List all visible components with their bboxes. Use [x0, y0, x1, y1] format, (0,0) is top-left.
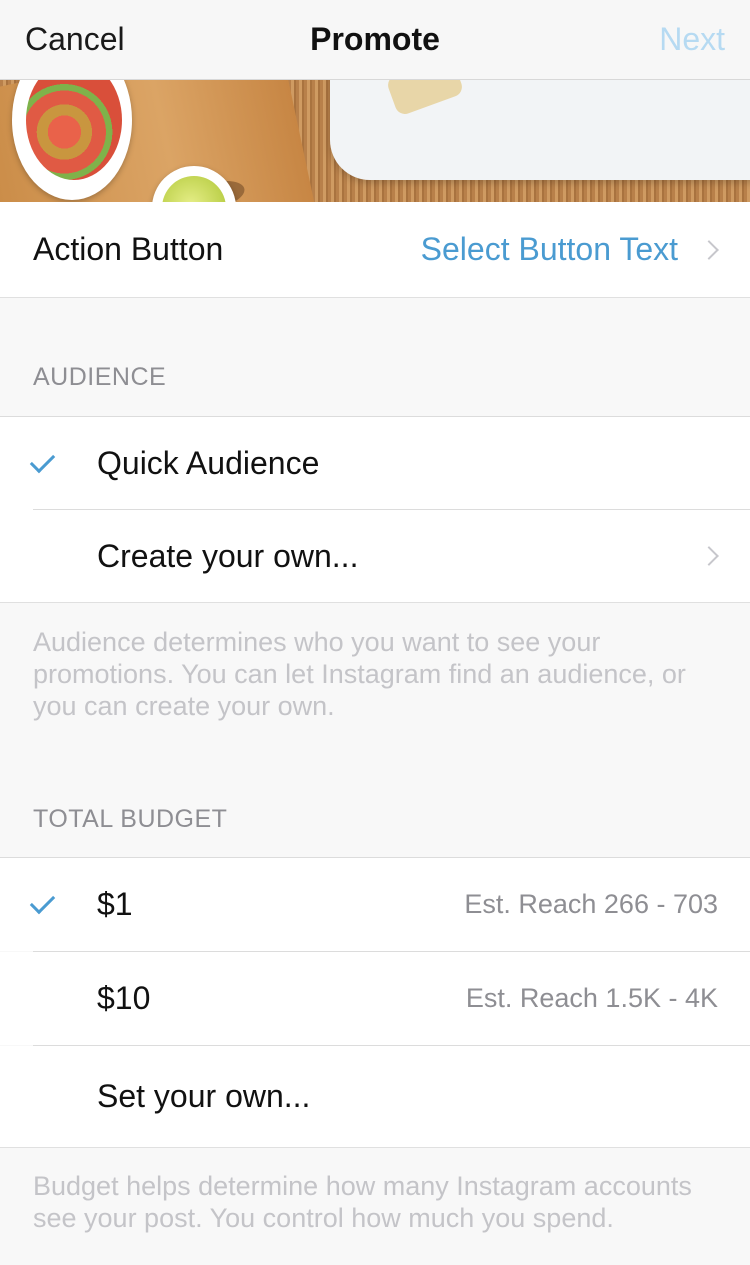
post-preview-image: [0, 80, 750, 202]
cancel-button[interactable]: Cancel: [25, 21, 125, 58]
action-button-label: Action Button: [33, 231, 224, 267]
navigation-bar: Cancel Promote Next: [0, 0, 750, 80]
audience-footnote: Audience determines who you want to see …: [33, 627, 686, 721]
estimated-reach: Est. Reach 266 - 703: [464, 889, 718, 919]
audience-option-label: Quick Audience: [97, 445, 320, 481]
audience-option-quick[interactable]: Quick Audience: [0, 417, 750, 510]
budget-option-label: $10: [97, 980, 151, 1016]
audience-option-create-own[interactable]: Create your own...: [0, 510, 750, 603]
budget-section-header: TOTAL BUDGET: [33, 805, 228, 833]
chevron-right-icon: [699, 546, 719, 566]
estimated-reach: Est. Reach 1.5K - 4K: [465, 983, 718, 1013]
budget-option-10[interactable]: $10 Est. Reach 1.5K - 4K: [0, 952, 750, 1045]
budget-footnote: Budget helps determine how many Instagra…: [33, 1171, 692, 1233]
audience-section-header: AUDIENCE: [33, 363, 167, 391]
select-button-text-link[interactable]: Select Button Text: [421, 231, 678, 268]
action-button-row[interactable]: Action Button Select Button Text: [0, 202, 750, 298]
audience-option-label: Create your own...: [97, 537, 359, 574]
budget-option-label: $1: [97, 886, 133, 922]
budget-option-1[interactable]: $1 Est. Reach 266 - 703: [0, 858, 750, 951]
budget-option-label: Set your own...: [97, 1078, 311, 1114]
budget-option-set-own[interactable]: Set your own...: [0, 1046, 750, 1148]
checkmark-icon: [29, 447, 56, 474]
chevron-right-icon: [699, 239, 719, 260]
checkmark-icon: [29, 888, 56, 915]
next-button[interactable]: Next: [659, 21, 725, 58]
